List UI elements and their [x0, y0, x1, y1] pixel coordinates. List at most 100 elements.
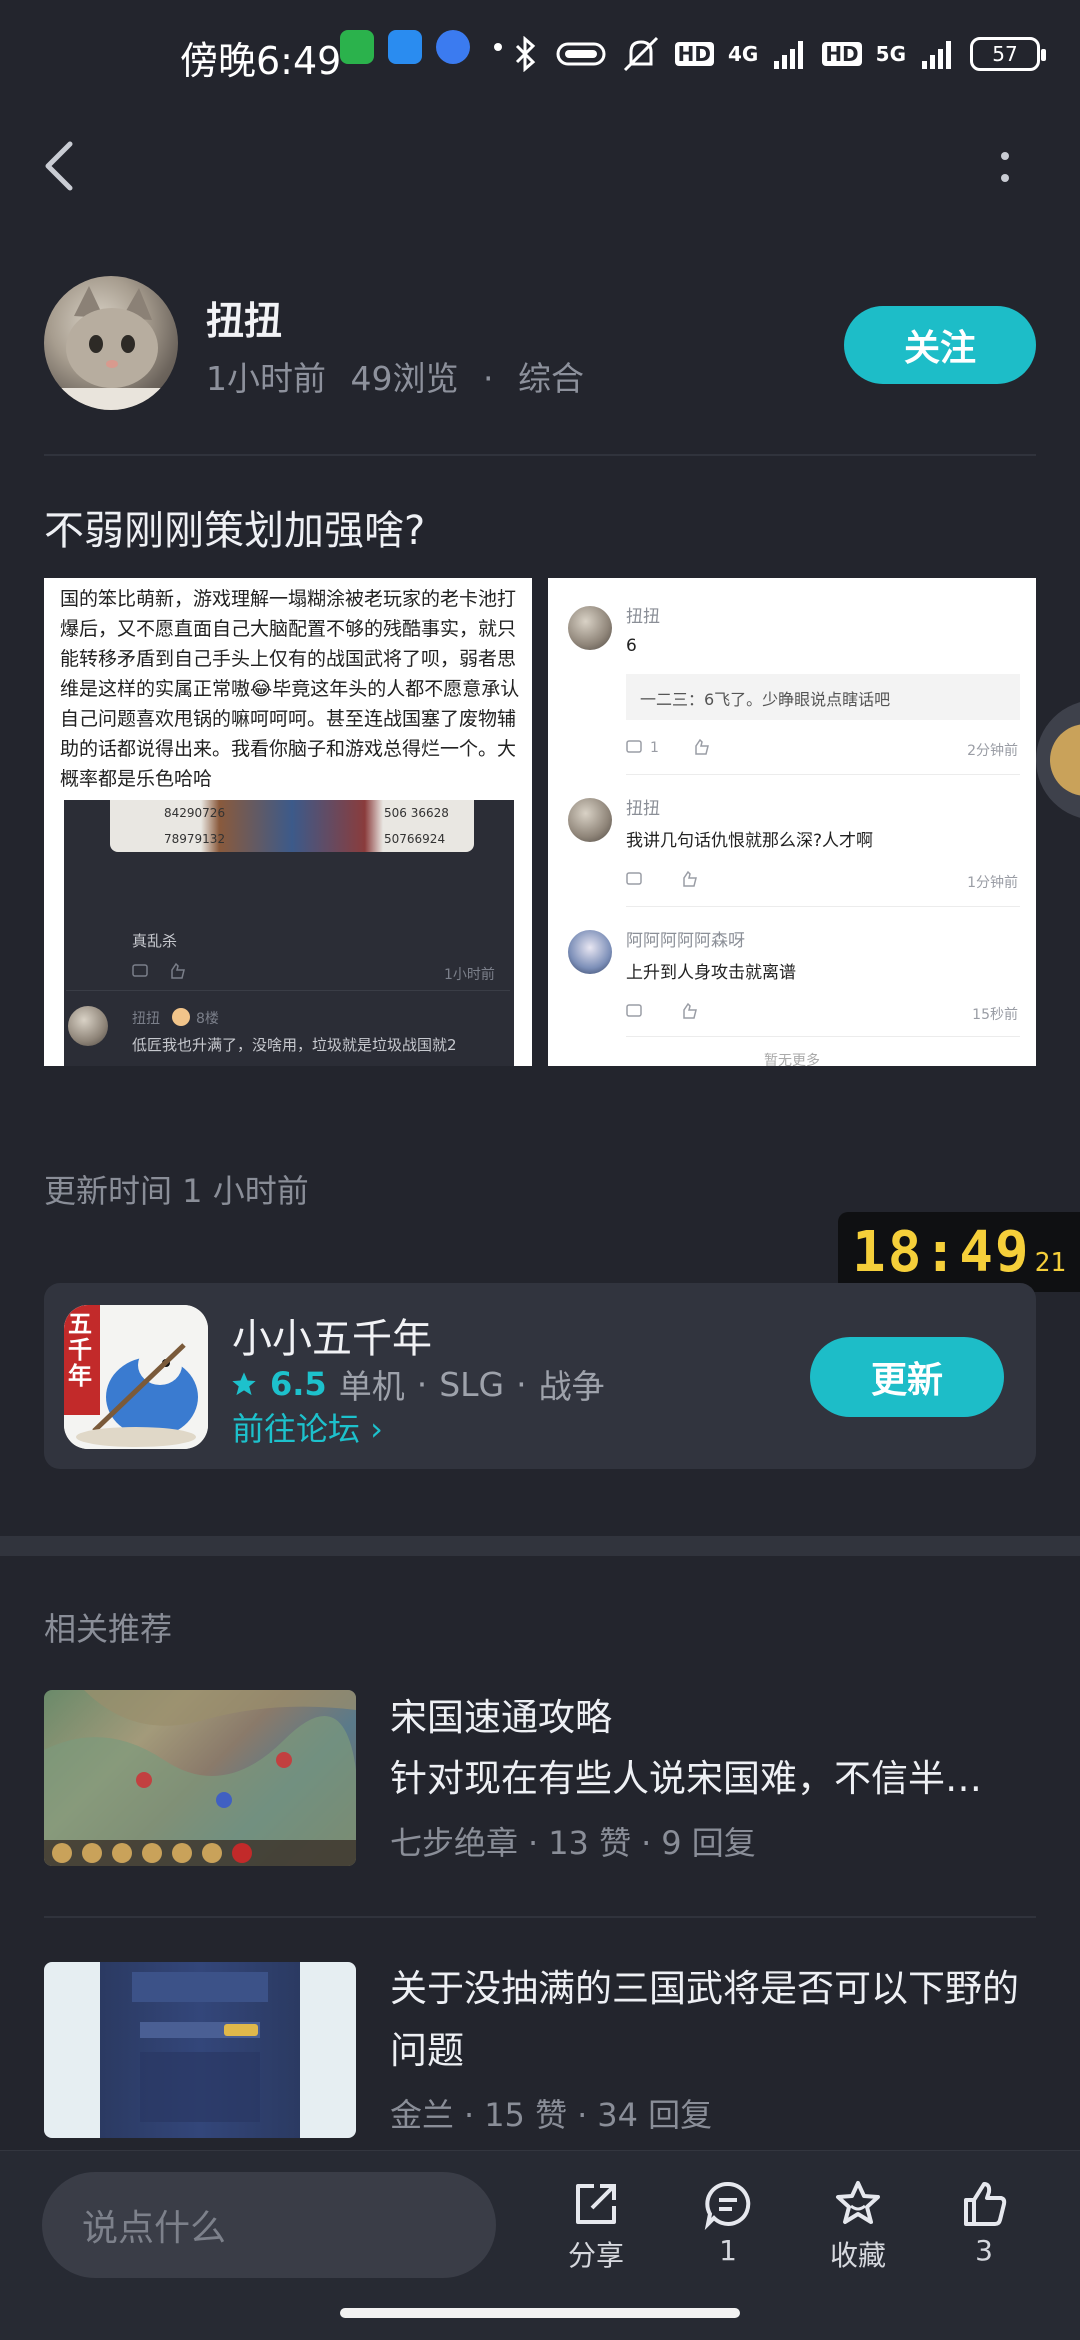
commenter-avatar — [568, 798, 612, 842]
floating-clock-widget[interactable]: 18:49 21 — [838, 1212, 1080, 1292]
game-meta: 6.5 单机 · SLG · 战争 — [230, 1360, 605, 1408]
game-icon-text: 五千年 — [68, 1310, 92, 1390]
recommendation-thumbnail[interactable] — [44, 1690, 356, 1866]
post-time: 1小时前 — [206, 359, 326, 398]
section-separator — [0, 1536, 1080, 1556]
app-notification-icon — [388, 30, 422, 64]
view-count: 49浏览 — [350, 359, 459, 398]
divider — [66, 990, 510, 991]
more-options-icon[interactable] — [990, 148, 1020, 188]
comment-icon — [704, 2181, 751, 2230]
level-badge-icon — [172, 1008, 190, 1026]
meta-separator: · — [483, 359, 494, 398]
recommendation-title[interactable]: 宋国速通攻略 — [390, 1690, 1030, 1746]
recommendation-likes: 15 赞 — [484, 2096, 568, 2134]
clock-seconds: 21 — [1034, 1248, 1066, 1278]
tag-separator: · — [416, 1364, 428, 1404]
recommendation-meta: 七步绝章 · 13 赞 · 9 回复 — [390, 1824, 756, 1862]
commenter-avatar — [568, 930, 612, 974]
comment-text: 我讲几句话仇恨就那么深?人才啊 — [626, 831, 874, 851]
game-screenshot-image — [132, 1972, 268, 2122]
game-name[interactable]: 小小五千年 — [232, 1306, 432, 1364]
quoted-reply: 一二三：6飞了。少睁眼说点瞎话吧 — [626, 674, 1020, 720]
floor-number: 8楼 — [196, 1011, 219, 1027]
screenshot-number: 506 36628 — [384, 806, 449, 820]
update-button[interactable]: 更新 — [810, 1337, 1004, 1417]
divider — [44, 1916, 1036, 1918]
network-type-5g: 5G — [875, 42, 906, 66]
favorite-label: 收藏 — [829, 2239, 886, 2272]
game-rating: 6.5 — [270, 1365, 327, 1403]
map-screenshot-image — [44, 1690, 356, 1866]
comment-like-icons — [132, 962, 185, 979]
screenshot-number: 78979132 — [164, 832, 226, 846]
share-icon — [576, 2184, 616, 2224]
reply-count: 1 — [650, 740, 659, 756]
comment-time: 2分钟前 — [967, 743, 1018, 759]
star-outline-icon — [836, 2181, 880, 2224]
screenshot-text: 国的笨比萌新，游戏理解一塌糊涂被老玩家的老卡池打爆后，又不愿直面自己大脑配置不够… — [60, 588, 520, 790]
signal-icon — [774, 41, 804, 69]
post-image-right[interactable]: 扭扭 6 一二三：6飞了。少睁眼说点瞎话吧 1 2分钟前 扭扭 我讲几句话仇恨就… — [548, 578, 1036, 1066]
recommendation-subtitle[interactable]: 针对现在有些人说宋国难，不信半… — [390, 1748, 1030, 1802]
follow-button[interactable]: 关注 — [844, 306, 1036, 384]
battery-indicator: 57 — [970, 37, 1046, 71]
post-category: 综合 — [518, 359, 584, 398]
notification-icons — [340, 30, 502, 64]
wechat-icon — [340, 30, 374, 64]
screenshot-number: 50766924 — [384, 832, 446, 846]
system-icons: HD 4G HD 5G 57 — [509, 36, 1046, 72]
commenter-name: 扭扭 — [626, 607, 660, 627]
commenter-avatar — [68, 1006, 108, 1046]
home-indicator[interactable] — [340, 2308, 740, 2318]
recommendations-title: 相关推荐 — [44, 1610, 173, 1648]
status-time: 傍晚6:49 — [180, 39, 342, 83]
divider — [626, 906, 1020, 907]
bluetooth-icon — [515, 36, 535, 72]
star-icon — [232, 1372, 256, 1396]
post-title: 不弱刚刚策划加强啥? — [44, 508, 426, 554]
comment-input[interactable]: 说点什么 — [42, 2172, 496, 2278]
comment-like-icons — [626, 738, 709, 755]
screenshot-number: 84290726 — [164, 806, 226, 820]
comment-button[interactable]: 1 — [678, 2178, 778, 2267]
hd-badge: HD — [674, 42, 714, 66]
favorite-button[interactable]: 收藏 — [808, 2178, 908, 2274]
recommendation-replies: 34 回复 — [597, 2096, 713, 2134]
screenshot-comment-time: 1小时前 — [444, 967, 495, 983]
recommendation-thumbnail[interactable] — [44, 1962, 356, 2138]
comment-like-icons — [626, 870, 697, 887]
comment-time: 15秒前 — [972, 1007, 1018, 1023]
divider — [44, 454, 1036, 456]
author-name[interactable]: 扭扭 — [206, 290, 282, 345]
cat-avatar-image — [44, 286, 178, 410]
status-bar: 傍晚6:49 HD 4G HD 5G 57 — [0, 0, 1080, 120]
floating-assistant-button[interactable] — [1036, 700, 1080, 820]
share-label: 分享 — [567, 2239, 624, 2272]
mute-icon — [623, 36, 658, 72]
recommendation-replies: 9 回复 — [661, 1824, 756, 1862]
thumbs-up-icon — [964, 2182, 1007, 2226]
like-button[interactable]: 3 — [934, 2178, 1034, 2267]
divider — [626, 1036, 1020, 1037]
signal-icon-2 — [922, 41, 951, 69]
recommendation-title[interactable]: 关于没抽满的三国武将是否可以下野的问题 — [390, 1958, 1030, 2082]
network-type-4g: 4G — [727, 42, 759, 66]
post-image-left[interactable]: 国的笨比萌新，游戏理解一塌糊涂被老玩家的老卡池打爆后，又不愿直面自己大脑配置不够… — [44, 578, 532, 1066]
assistant-icon — [1050, 724, 1080, 796]
commenter-name: 阿阿阿阿阿森呀 — [626, 931, 745, 951]
forum-link[interactable]: 前往论坛 › — [232, 1404, 383, 1450]
reply-text: 低匠我也升满了，没啥用，垃圾就是垃圾战国就2 — [132, 1036, 457, 1054]
recommendation-likes: 13 赞 — [548, 1824, 632, 1862]
clock-hours-minutes: 18:49 — [852, 1220, 1031, 1285]
recommendation-author: 七步绝章 — [390, 1824, 519, 1862]
comment-like-icons — [626, 1002, 697, 1019]
like-count: 3 — [975, 2234, 993, 2267]
game-icon[interactable]: 五千年 — [64, 1305, 208, 1449]
recommendation-author: 金兰 — [390, 2096, 455, 2134]
back-arrow-icon[interactable] — [40, 138, 80, 194]
author-avatar[interactable] — [44, 276, 178, 410]
recommendation-meta: 金兰 · 15 赞 · 34 回复 — [390, 2096, 713, 2134]
tag-separator: · — [516, 1364, 527, 1404]
share-button[interactable]: 分享 — [546, 2178, 646, 2274]
